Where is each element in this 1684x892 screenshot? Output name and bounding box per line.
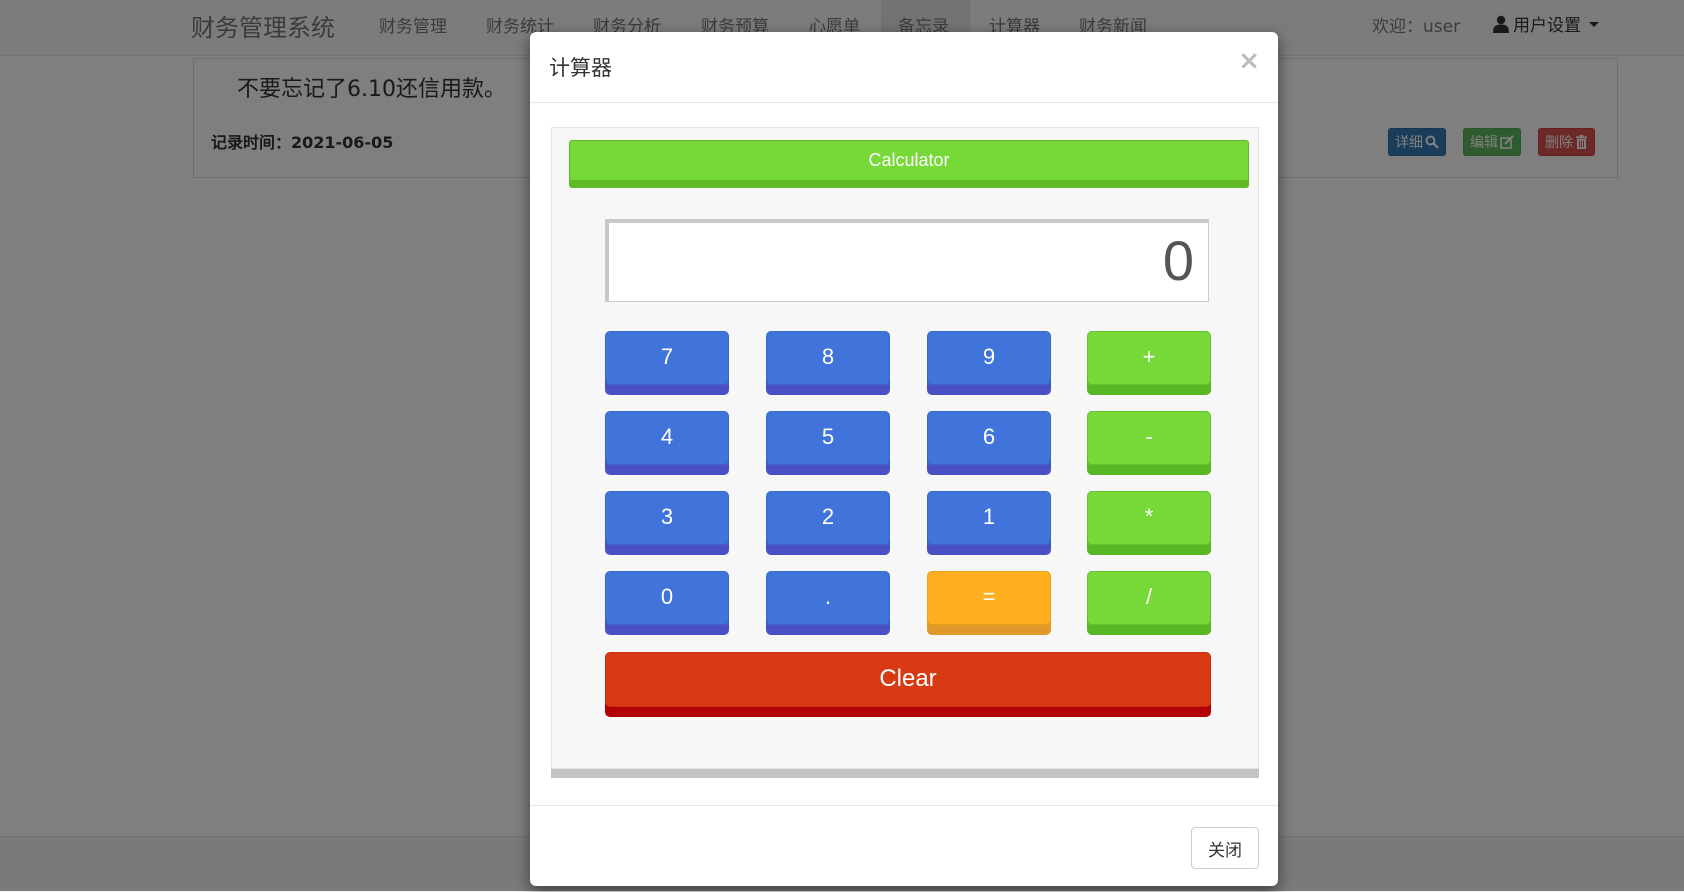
- key-2[interactable]: 2: [766, 491, 890, 545]
- clear-button[interactable]: Clear: [605, 652, 1211, 707]
- key-8[interactable]: 8: [766, 331, 890, 385]
- key-5[interactable]: 5: [766, 411, 890, 465]
- calculator-panel: Calculator 0 7 8 9 + 4 5 6 - 3 2 1 * 0 .…: [551, 127, 1259, 769]
- modal-footer: 关闭: [530, 805, 1278, 887]
- calculator-modal: 计算器 × Calculator 0 7 8 9 + 4 5 6 - 3 2 1…: [530, 32, 1278, 886]
- key-divide[interactable]: /: [1087, 571, 1211, 625]
- key-1[interactable]: 1: [927, 491, 1051, 545]
- calculator-banner: Calculator: [569, 140, 1249, 181]
- key-4[interactable]: 4: [605, 411, 729, 465]
- key-equals[interactable]: =: [927, 571, 1051, 625]
- key-decimal[interactable]: .: [766, 571, 890, 625]
- key-9[interactable]: 9: [927, 331, 1051, 385]
- close-button[interactable]: 关闭: [1191, 827, 1259, 869]
- modal-title: 计算器: [549, 56, 612, 80]
- key-7[interactable]: 7: [605, 331, 729, 385]
- key-multiply[interactable]: *: [1087, 491, 1211, 545]
- key-0[interactable]: 0: [605, 571, 729, 625]
- key-6[interactable]: 6: [927, 411, 1051, 465]
- key-plus[interactable]: +: [1087, 331, 1211, 385]
- modal-header: 计算器 ×: [530, 32, 1278, 103]
- key-3[interactable]: 3: [605, 491, 729, 545]
- calculator-display: 0: [605, 219, 1209, 302]
- key-minus[interactable]: -: [1087, 411, 1211, 465]
- close-icon[interactable]: ×: [1238, 46, 1260, 76]
